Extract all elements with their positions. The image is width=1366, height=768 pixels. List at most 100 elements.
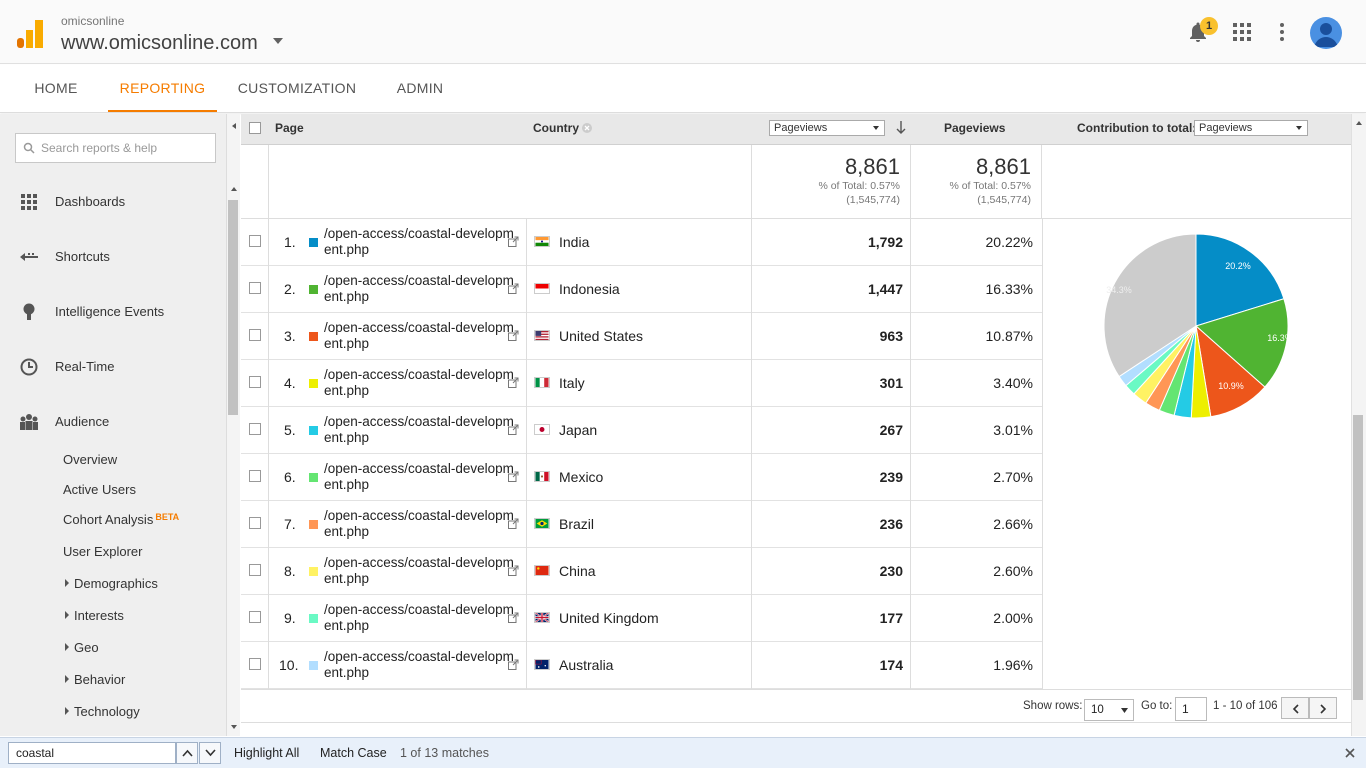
country-link[interactable]: United Kingdom xyxy=(559,610,659,626)
external-link-icon[interactable] xyxy=(508,565,519,576)
col-header-pageviews[interactable]: Pageviews xyxy=(944,114,1005,142)
sidebar-item-audience[interactable]: Audience xyxy=(0,407,224,437)
tab-admin[interactable]: ADMIN xyxy=(385,65,455,112)
country-link[interactable]: Italy xyxy=(559,375,585,391)
prev-page-button[interactable] xyxy=(1281,697,1309,719)
page-link[interactable]: /open-access/coastal-developm ent.php xyxy=(324,367,514,399)
page-link[interactable]: /open-access/coastal-developm ent.php xyxy=(324,649,514,681)
highlight-all-toggle[interactable]: Highlight All xyxy=(234,746,299,760)
row-checkbox[interactable] xyxy=(249,470,261,482)
country-link[interactable]: India xyxy=(559,234,589,250)
divider xyxy=(751,454,752,501)
page-link[interactable]: /open-access/coastal-developm ent.php xyxy=(324,273,514,305)
sort-down-arrow-icon[interactable] xyxy=(896,121,906,134)
sidebar-item-real-time[interactable]: Real-Time xyxy=(0,352,224,382)
page-path-line: /open-access/coastal-developm xyxy=(324,367,514,382)
row-checkbox[interactable] xyxy=(249,423,261,435)
dashboard-grid-icon xyxy=(21,194,37,210)
external-link-icon[interactable] xyxy=(508,424,519,435)
scroll-up-icon[interactable] xyxy=(1355,120,1363,126)
page-link[interactable]: /open-access/coastal-developm ent.php xyxy=(324,414,514,446)
contribution-select[interactable]: Pageviews xyxy=(1194,120,1308,136)
show-rows-select[interactable]: 10 xyxy=(1084,699,1134,721)
remove-dimension-icon[interactable] xyxy=(581,122,593,134)
row-checkbox[interactable] xyxy=(249,658,261,670)
tab-reporting[interactable]: REPORTING xyxy=(108,65,217,112)
country-link[interactable]: China xyxy=(559,563,596,579)
sidebar-sub-cohort-analysis[interactable]: Cohort Analysis BETA xyxy=(63,512,179,527)
next-page-button[interactable] xyxy=(1309,697,1337,719)
sidebar-item-shortcuts[interactable]: Shortcuts xyxy=(0,242,224,272)
col-header-country[interactable]: Country xyxy=(533,114,579,142)
scroll-down-icon[interactable] xyxy=(230,724,238,730)
property-selector[interactable]: www.omicsonline.com xyxy=(61,32,258,55)
chevron-down-icon[interactable] xyxy=(273,38,283,44)
page-link[interactable]: /open-access/coastal-developm ent.php xyxy=(324,226,514,258)
row-checkbox[interactable] xyxy=(249,517,261,529)
row-checkbox[interactable] xyxy=(249,235,261,247)
user-avatar-icon xyxy=(1314,23,1338,47)
analytics-logo-icon[interactable] xyxy=(17,20,43,48)
country-link[interactable]: Mexico xyxy=(559,469,603,485)
more-vert-icon[interactable] xyxy=(1270,20,1294,44)
row-checkbox[interactable] xyxy=(249,282,261,294)
external-link-icon[interactable] xyxy=(508,377,519,388)
external-link-icon[interactable] xyxy=(508,659,519,670)
page-link[interactable]: /open-access/coastal-developm ent.php xyxy=(324,508,514,540)
row-checkbox[interactable] xyxy=(249,564,261,576)
page-link[interactable]: /open-access/coastal-developm ent.php xyxy=(324,555,514,587)
collapse-left-icon[interactable] xyxy=(230,122,238,130)
apps-grid-icon[interactable] xyxy=(1230,20,1254,44)
sidebar-sub-active-users[interactable]: Active Users xyxy=(63,482,136,497)
external-link-icon[interactable] xyxy=(508,471,519,482)
external-link-icon[interactable] xyxy=(508,612,519,623)
sidebar-sub-demographics[interactable]: Demographics xyxy=(65,576,158,591)
find-previous-button[interactable] xyxy=(176,742,198,764)
top-bar: omicsonline www.omicsonline.com 1 xyxy=(0,0,1366,64)
scroll-up-icon[interactable] xyxy=(230,186,238,192)
tab-customization[interactable]: CUSTOMIZATION xyxy=(232,65,362,112)
country-link[interactable]: Australia xyxy=(559,657,613,673)
sidebar-sub-user-explorer[interactable]: User Explorer xyxy=(63,544,142,559)
find-input[interactable]: coastal xyxy=(8,742,176,764)
page-link[interactable]: /open-access/coastal-developm ent.php xyxy=(324,461,514,493)
page-link[interactable]: /open-access/coastal-developm ent.php xyxy=(324,602,514,634)
country-link[interactable]: Indonesia xyxy=(559,281,620,297)
divider xyxy=(268,595,269,642)
sidebar-item-dashboards[interactable]: Dashboards xyxy=(0,187,224,217)
pageviews-percent: 2.70% xyxy=(993,469,1033,485)
sidebar-sub-interests[interactable]: Interests xyxy=(65,608,124,623)
sidebar-sub-behavior[interactable]: Behavior xyxy=(65,672,125,687)
people-icon xyxy=(20,414,38,430)
metric-select[interactable]: Pageviews xyxy=(769,120,885,136)
sidebar-sub-technology[interactable]: Technology xyxy=(65,704,140,719)
country-link[interactable]: Brazil xyxy=(559,516,594,532)
total-percent: % of Total: 0.57% xyxy=(949,180,1031,192)
close-icon[interactable] xyxy=(1345,748,1355,758)
select-all-checkbox[interactable] xyxy=(249,122,261,134)
avatar[interactable] xyxy=(1310,17,1342,49)
page-link[interactable]: /open-access/coastal-developm ent.php xyxy=(324,320,514,352)
find-next-button[interactable] xyxy=(199,742,221,764)
tab-home[interactable]: HOME xyxy=(20,65,92,112)
pageviews-value: 301 xyxy=(879,375,903,391)
match-case-toggle[interactable]: Match Case xyxy=(320,746,387,760)
sidebar-item-intelligence-events[interactable]: Intelligence Events xyxy=(0,297,224,327)
main-scroll-thumb[interactable] xyxy=(1353,415,1363,700)
search-input[interactable]: Search reports & help xyxy=(15,133,216,163)
row-checkbox[interactable] xyxy=(249,611,261,623)
pageviews-percent: 3.40% xyxy=(993,375,1033,391)
sidebar-scroll-thumb[interactable] xyxy=(228,200,238,415)
country-link[interactable]: United States xyxy=(559,328,643,344)
external-link-icon[interactable] xyxy=(508,518,519,529)
row-checkbox[interactable] xyxy=(249,376,261,388)
sidebar-sub-geo[interactable]: Geo xyxy=(65,640,99,655)
external-link-icon[interactable] xyxy=(508,236,519,247)
sidebar-sub-overview[interactable]: Overview xyxy=(63,452,117,467)
col-header-page[interactable]: Page xyxy=(275,114,304,142)
external-link-icon[interactable] xyxy=(508,330,519,341)
row-checkbox[interactable] xyxy=(249,329,261,341)
goto-input[interactable]: 1 xyxy=(1175,697,1207,721)
country-link[interactable]: Japan xyxy=(559,422,597,438)
external-link-icon[interactable] xyxy=(508,283,519,294)
